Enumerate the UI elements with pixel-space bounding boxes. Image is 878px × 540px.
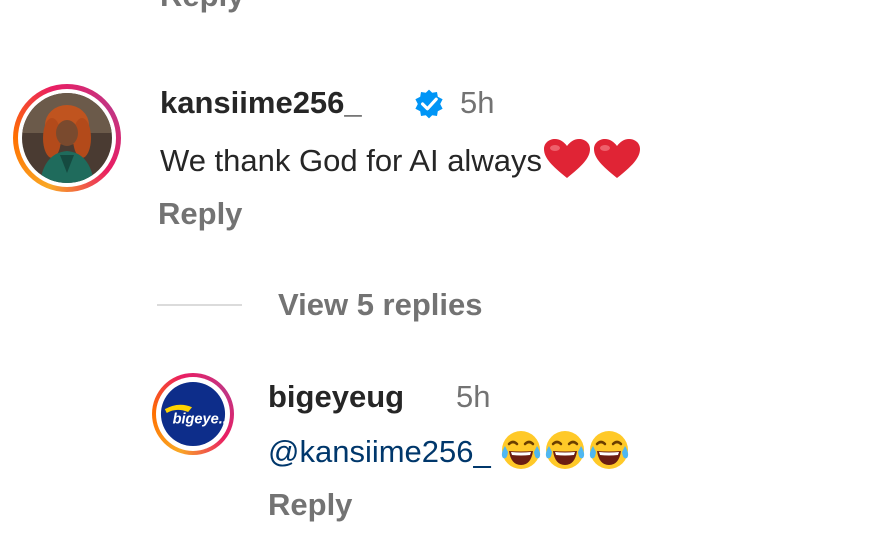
comment1-text: We thank God for AI always: [160, 138, 642, 188]
comment2-username[interactable]: bigeyeug: [268, 379, 404, 415]
comment2-text: @kansiime256_: [268, 428, 631, 480]
mention-link[interactable]: @kansiime256_: [268, 434, 491, 469]
bigeye-logo-text: bigeye..: [173, 412, 227, 428]
tears-of-joy-icon: [587, 428, 631, 480]
comment2-timestamp: 5h: [456, 379, 491, 414]
view-replies-button[interactable]: View 5 replies: [278, 287, 483, 323]
avatar-kansiime256[interactable]: [13, 84, 121, 192]
comment1-reply-button[interactable]: Reply: [158, 196, 242, 232]
comment2-reply-button[interactable]: Reply: [268, 487, 352, 523]
previous-reply-button[interactable]: Reply: [160, 0, 244, 14]
tears-of-joy-icon: [499, 428, 543, 480]
avatar-bigeyeug[interactable]: bigeye..: [152, 373, 234, 455]
verified-badge-icon: [413, 88, 445, 120]
comment1-body: We thank God for AI always: [160, 143, 542, 179]
tears-of-joy-icon: [543, 428, 587, 480]
comment1-username[interactable]: kansiime256_: [160, 85, 362, 121]
red-heart-icon: [542, 138, 592, 188]
replies-divider: [157, 304, 242, 306]
comment1-timestamp: 5h: [460, 85, 495, 120]
red-heart-icon: [592, 138, 642, 188]
